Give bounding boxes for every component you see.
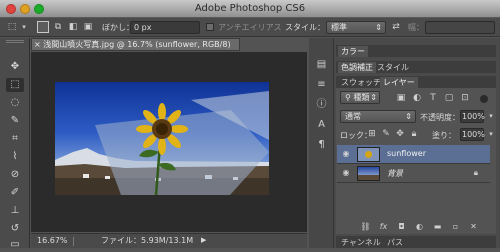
- document-tab-title: 浅間山噴火写真.jpg @ 16.7% (sunflower, RGB/8): [43, 40, 231, 49]
- lock-transparency-icon[interactable]: ⊞: [366, 128, 378, 140]
- filter-shape-icon[interactable]: ▢: [443, 92, 455, 104]
- fill-label: 塗り：: [432, 131, 456, 140]
- channels-panel-tabs: チャンネル パス: [336, 236, 496, 248]
- subtract-selection-icon[interactable]: ◧: [67, 21, 79, 33]
- layer-thumbnail: [357, 166, 380, 181]
- delete-layer-icon[interactable]: ✕: [468, 222, 479, 232]
- healing-brush-tool-icon[interactable]: ⊘: [6, 168, 24, 182]
- title-bar: Adobe Photoshop CS6: [0, 0, 500, 18]
- add-selection-icon[interactable]: ⧉: [52, 21, 64, 33]
- antialias-checkbox[interactable]: [206, 23, 214, 31]
- filter-smart-object-icon[interactable]: ⊡: [459, 92, 471, 104]
- lock-all-icon[interactable]: 🔒︎: [408, 128, 420, 140]
- character-panel-icon[interactable]: A: [315, 118, 328, 131]
- eraser-tool-icon[interactable]: ▭: [6, 238, 24, 252]
- rectangular-marquee-tool-icon[interactable]: ⬚: [6, 78, 24, 92]
- history-panel-icon[interactable]: ▤: [315, 58, 328, 71]
- document-tab[interactable]: × 浅間山噴火写真.jpg @ 16.7% (sunflower, RGB/8): [31, 38, 240, 51]
- preset-dropdown-icon[interactable]: ▾: [18, 21, 30, 33]
- antialias-label: アンチエイリアス: [218, 23, 282, 32]
- tools-panel: ✥ ⬚ ◌ ✎ ⌗ ⌇ ⊘ ✐ ⊥ ↺ ▭: [0, 38, 30, 250]
- add-mask-icon[interactable]: ◘: [396, 222, 407, 232]
- layer-name: sunflower: [387, 149, 426, 158]
- width-input[interactable]: [425, 21, 495, 34]
- brush-tool-icon[interactable]: ✐: [6, 186, 24, 200]
- lasso-tool-icon[interactable]: ◌: [6, 96, 24, 110]
- new-layer-icon[interactable]: ▫: [450, 222, 461, 232]
- properties-panel-icon[interactable]: ≡: [315, 78, 328, 91]
- panel-icon-strip: ▤ ≡ ⓘ A ¶: [309, 38, 334, 248]
- new-adjustment-layer-icon[interactable]: ◐: [414, 222, 425, 232]
- tab-color[interactable]: カラー: [338, 46, 368, 57]
- opacity-dropdown-icon[interactable]: ▾: [485, 110, 497, 122]
- options-bar: ⬚ ▾ ⧉ ◧ ▣ ぼかし： 0 px アンチエイリアス スタイル： 標準 ⇕ ⇄…: [0, 18, 500, 37]
- opacity-label: 不透明度：: [420, 113, 460, 122]
- zoom-level[interactable]: 16.67%: [37, 234, 68, 247]
- eyedropper-tool-icon[interactable]: ⌇: [6, 150, 24, 164]
- link-layers-icon[interactable]: ⛓: [360, 222, 371, 232]
- status-divider: [73, 237, 74, 246]
- blend-mode-select[interactable]: 通常 ⇕: [340, 110, 416, 123]
- swap-dimensions-icon[interactable]: ⇄: [390, 21, 402, 33]
- quick-selection-tool-icon[interactable]: ✎: [6, 114, 24, 128]
- document-image[interactable]: [55, 82, 269, 195]
- tools-grip[interactable]: [6, 40, 24, 43]
- layer-visibility-eye-icon[interactable]: ◉: [341, 149, 351, 159]
- opacity-input[interactable]: 100%: [460, 110, 485, 123]
- new-selection-icon[interactable]: [37, 21, 49, 33]
- fill-dropdown-icon[interactable]: ▾: [485, 128, 497, 140]
- tab-channels[interactable]: チャンネル: [338, 237, 384, 248]
- lock-image-icon[interactable]: ✎: [380, 128, 392, 140]
- document-tab-close[interactable]: ×: [34, 40, 41, 49]
- paragraph-panel-icon[interactable]: ¶: [315, 138, 328, 151]
- layers-panel-tabs: スウォッチ レイヤー: [336, 76, 496, 88]
- tab-paths[interactable]: パス: [384, 237, 406, 248]
- filter-pixel-icon[interactable]: ▣: [395, 92, 407, 104]
- tab-layers[interactable]: レイヤー: [380, 77, 418, 88]
- intersect-selection-icon[interactable]: ▣: [82, 21, 94, 33]
- clone-stamp-tool-icon[interactable]: ⊥: [6, 204, 24, 218]
- lock-position-icon[interactable]: ✥: [394, 128, 406, 140]
- fill-input[interactable]: 100%: [460, 128, 485, 141]
- feather-input[interactable]: 0 px: [130, 21, 200, 34]
- width-label: 幅：: [408, 23, 424, 32]
- info-panel-icon[interactable]: ⓘ: [315, 98, 328, 111]
- filter-toggle[interactable]: [480, 95, 488, 103]
- move-tool-icon[interactable]: ✥: [6, 60, 24, 74]
- layer-visibility-eye-icon[interactable]: ◉: [341, 168, 351, 178]
- layer-filter-select[interactable]: ⚲ 種類 ⇕: [340, 91, 380, 104]
- color-panel-tabs: カラー: [336, 45, 496, 57]
- adjust-panel-tabs: 色調補正 スタイル: [336, 61, 496, 73]
- status-menu-arrow-icon[interactable]: ▶: [201, 234, 206, 247]
- style-select[interactable]: 標準 ⇕: [326, 21, 386, 34]
- filter-adjustment-icon[interactable]: ◐: [411, 92, 423, 104]
- tab-styles[interactable]: スタイル: [374, 62, 412, 73]
- status-bar: 16.67% ファイル：5.93M/13.1M ▶: [31, 233, 307, 248]
- filter-type-icon[interactable]: T: [427, 92, 439, 104]
- tab-swatches[interactable]: スウォッチ: [338, 77, 384, 88]
- history-brush-tool-icon[interactable]: ↺: [6, 222, 24, 236]
- crop-tool-icon[interactable]: ⌗: [6, 132, 24, 146]
- tab-adjustments[interactable]: 色調補正: [338, 62, 376, 73]
- layer-thumbnail: [357, 147, 380, 162]
- canvas-area[interactable]: [31, 52, 307, 232]
- add-layer-style-icon[interactable]: fx: [378, 222, 389, 232]
- new-group-icon[interactable]: ▬: [432, 222, 443, 232]
- layer-lock-icon: 🔒︎: [473, 168, 478, 177]
- window-title: Adobe Photoshop CS6: [194, 3, 306, 14]
- file-size-info: ファイル：5.93M/13.1M: [101, 236, 194, 245]
- landscape-image: [55, 91, 269, 195]
- style-label: スタイル：: [285, 23, 325, 32]
- marquee-preset-icon[interactable]: ⬚: [6, 21, 18, 33]
- layer-row-background[interactable]: ◉ 背景 🔒︎: [337, 164, 490, 183]
- layer-name: 背景: [387, 169, 403, 178]
- layer-row-sunflower[interactable]: ◉ sunflower: [337, 145, 490, 164]
